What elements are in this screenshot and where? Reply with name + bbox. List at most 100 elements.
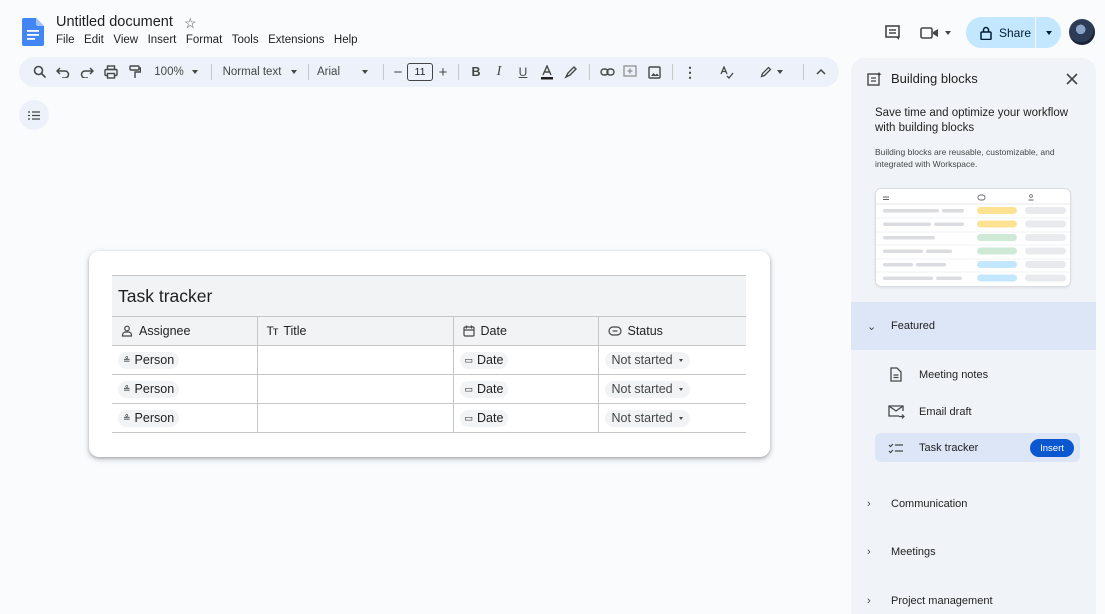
zoom-select[interactable]: 100% [147, 60, 205, 84]
chevron-right-icon: › [867, 498, 871, 510]
insert-button[interactable]: Insert [1030, 439, 1074, 457]
section-label: Project management [891, 595, 993, 607]
chip-label: Not started [611, 353, 673, 367]
column-header-title[interactable]: Tт Title [257, 316, 454, 346]
zoom-value: 100% [154, 66, 184, 78]
menu-help[interactable]: Help [334, 34, 358, 46]
editing-mode-select[interactable] [753, 60, 789, 84]
font-value: Arial [317, 66, 341, 78]
chevron-down-icon [678, 416, 683, 420]
spellcheck-icon[interactable] [701, 60, 753, 84]
person-chip[interactable]: ≗ Person [118, 351, 180, 369]
calendar-icon: ▭ [464, 354, 474, 365]
document-title[interactable]: Untitled document [56, 14, 173, 30]
featured-item-email-draft[interactable]: Email draft [875, 397, 1080, 426]
section-meetings[interactable]: › Meetings [851, 540, 1096, 564]
column-header-assignee[interactable]: Assignee [112, 316, 258, 346]
status-cell[interactable]: Not started [598, 403, 746, 433]
building-blocks-panel: Building blocks Save time and optimize y… [851, 58, 1096, 614]
highlight-icon[interactable] [559, 60, 583, 84]
status-cell[interactable]: Not started [598, 374, 746, 404]
search-icon[interactable] [29, 60, 51, 84]
chip-label: Person [134, 353, 175, 367]
star-icon[interactable]: ☆ [184, 15, 197, 32]
text-color-icon[interactable] [535, 60, 559, 84]
print-icon[interactable] [99, 60, 123, 84]
assignee-cell[interactable]: ≗ Person [112, 403, 258, 433]
status-dropdown-chip[interactable]: Not started [604, 409, 690, 427]
toolbar: 100% Normal text Arial − 11 + B I U ⋮ [19, 57, 839, 87]
date-chip[interactable]: ▭ Date [459, 409, 509, 427]
document-outline-icon[interactable] [19, 100, 49, 130]
paragraph-style-select[interactable]: Normal text [218, 60, 302, 84]
item-label: Task tracker [919, 441, 979, 454]
comments-icon[interactable] [883, 23, 903, 43]
task-tracker-card: Task tracker Assignee Tт Title Date Stat… [89, 251, 770, 457]
title-cell[interactable] [257, 374, 454, 404]
toolbar-divider [383, 64, 384, 80]
person-chip[interactable]: ≗ Person [118, 380, 180, 398]
menu-extensions[interactable]: Extensions [268, 34, 324, 46]
chevron-down-icon [678, 387, 683, 391]
insert-image-icon[interactable] [642, 60, 666, 84]
paint-format-icon[interactable] [123, 60, 147, 84]
table-title[interactable]: Task tracker [112, 275, 746, 317]
redo-icon[interactable] [75, 60, 99, 84]
email-icon [881, 404, 911, 419]
underline-icon[interactable]: U [511, 60, 535, 84]
column-header-status[interactable]: Status [598, 316, 746, 346]
avatar[interactable] [1069, 19, 1095, 45]
calendar-icon [462, 325, 475, 337]
style-value: Normal text [222, 66, 282, 78]
hide-menus-icon[interactable] [810, 60, 832, 84]
add-comment-icon[interactable] [618, 60, 642, 84]
increase-font-size-icon[interactable]: + [434, 60, 452, 84]
date-chip[interactable]: ▭ Date [459, 380, 509, 398]
decrease-font-size-icon[interactable]: − [390, 60, 406, 84]
title-cell[interactable] [257, 403, 454, 433]
chip-label: Person [134, 382, 175, 396]
bold-icon[interactable]: B [465, 60, 487, 84]
status-dropdown-chip[interactable]: Not started [604, 380, 690, 398]
menu-tools[interactable]: Tools [232, 34, 259, 46]
share-main-button[interactable]: Share [966, 17, 1035, 48]
docs-logo-icon[interactable] [22, 18, 44, 46]
task-tracker-table: Task tracker Assignee Tт Title Date Stat… [112, 275, 746, 433]
share-dropdown-button[interactable] [1036, 17, 1061, 48]
link-icon[interactable] [596, 60, 618, 84]
chevron-down-icon: ⌄ [867, 320, 877, 333]
section-project-management[interactable]: › Project management [851, 589, 1096, 613]
section-communication[interactable]: › Communication [851, 492, 1096, 516]
assignee-cell[interactable]: ≗ Person [112, 374, 258, 404]
italic-icon[interactable]: I [487, 60, 511, 84]
status-cell[interactable]: Not started [598, 345, 746, 375]
menu-view[interactable]: View [113, 34, 138, 46]
featured-item-meeting-notes[interactable]: Meeting notes [875, 360, 1080, 389]
status-dropdown-chip[interactable]: Not started [604, 351, 690, 369]
menu-insert[interactable]: Insert [148, 34, 177, 46]
featured-item-task-tracker[interactable]: Task tracker Insert [875, 433, 1080, 462]
close-icon[interactable] [1064, 71, 1080, 87]
featured-section-header[interactable]: ⌄ Featured [851, 302, 1096, 350]
share-button[interactable]: Share [966, 17, 1061, 48]
column-header-date[interactable]: Date [453, 316, 599, 346]
date-cell[interactable]: ▭ Date [453, 345, 599, 375]
assignee-cell[interactable]: ≗ Person [112, 345, 258, 375]
font-size-input[interactable]: 11 [406, 60, 434, 84]
undo-icon[interactable] [51, 60, 75, 84]
chevron-down-icon [678, 358, 683, 362]
date-cell[interactable]: ▭ Date [453, 374, 599, 404]
menu-file[interactable]: File [56, 34, 75, 46]
more-options-icon[interactable]: ⋮ [679, 60, 701, 84]
date-chip[interactable]: ▭ Date [459, 351, 509, 369]
table-row: ≗ Person ▭ Date Not started [112, 345, 746, 375]
font-select[interactable]: Arial [315, 60, 377, 84]
person-chip[interactable]: ≗ Person [118, 409, 180, 427]
chip-label: Date [477, 411, 504, 425]
date-cell[interactable]: ▭ Date [453, 403, 599, 433]
item-label: Email draft [919, 405, 972, 418]
meet-video-icon[interactable] [919, 23, 953, 43]
title-cell[interactable] [257, 345, 454, 375]
menu-edit[interactable]: Edit [84, 34, 104, 46]
menu-format[interactable]: Format [186, 34, 222, 46]
